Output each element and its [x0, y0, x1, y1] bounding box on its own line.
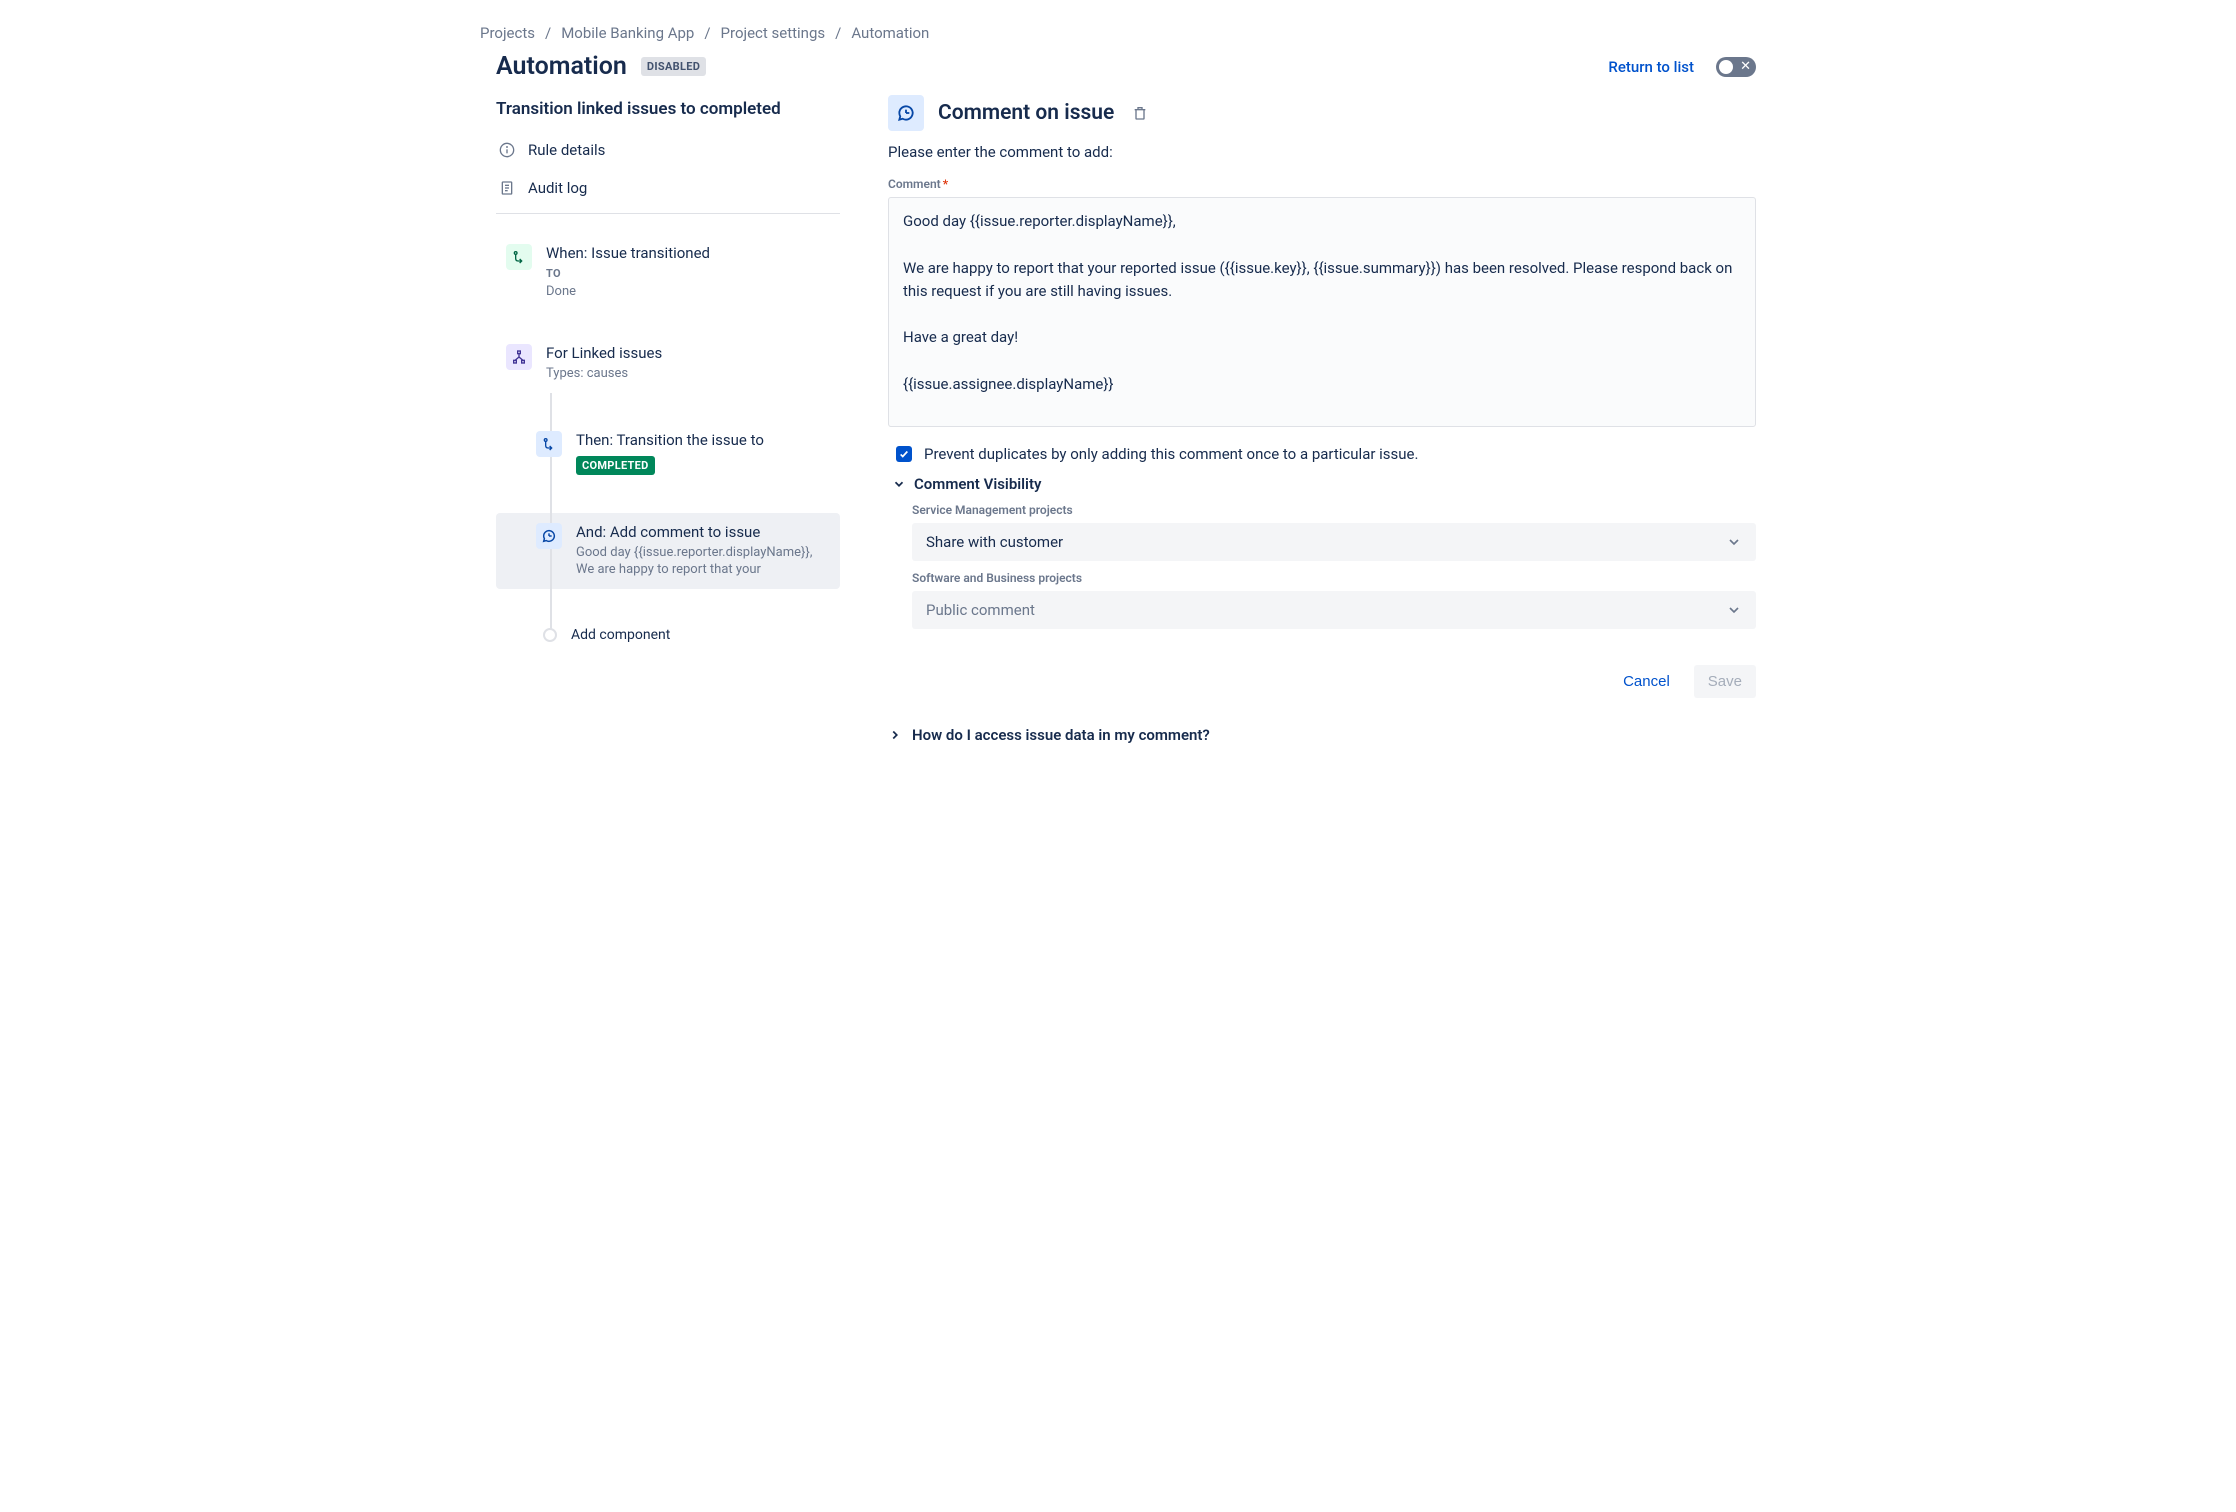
comment-visibility-toggle[interactable]: Comment Visibility	[892, 475, 1756, 493]
nav-label: Audit log	[528, 179, 587, 197]
chain-item-title: And: Add comment to issue	[576, 523, 830, 541]
chain-item-title: For Linked issues	[546, 344, 830, 362]
help-label: How do I access issue data in my comment…	[912, 726, 1210, 744]
cancel-button[interactable]: Cancel	[1609, 665, 1684, 698]
sm-projects-label: Service Management projects	[912, 503, 1756, 517]
select-value: Share with customer	[926, 533, 1063, 551]
chain-item-title: Then: Transition the issue to	[576, 431, 830, 449]
select-value: Public comment	[926, 601, 1035, 619]
chain-item-title: When: Issue transitioned	[546, 244, 830, 262]
chevron-right-icon	[888, 728, 902, 742]
chain-item-to-value: Done	[546, 284, 576, 299]
rule-name: Transition linked issues to completed	[496, 99, 840, 119]
comment-field-label: Comment*	[888, 177, 1756, 191]
breadcrumb-settings[interactable]: Project settings	[721, 24, 826, 42]
nav-audit-log[interactable]: Audit log	[496, 169, 840, 207]
breadcrumb-separator: /	[835, 24, 841, 42]
chevron-down-icon	[1726, 602, 1742, 618]
comment-visibility-title: Comment Visibility	[914, 475, 1041, 493]
add-component-button[interactable]: Add component	[496, 617, 840, 653]
breadcrumb-separator: /	[704, 24, 710, 42]
transition-icon	[536, 431, 562, 457]
breadcrumb: Projects / Mobile Banking App / Project …	[480, 24, 1756, 42]
nav-label: Rule details	[528, 141, 605, 159]
return-to-list-link[interactable]: Return to list	[1608, 58, 1694, 76]
chain-branch[interactable]: For Linked issues Types: causes	[496, 334, 840, 393]
chain-item-preview: Good day {{issue.reporter.displayName}},…	[576, 544, 830, 579]
chain-trigger[interactable]: When: Issue transitioned TO Done	[496, 234, 840, 310]
prevent-duplicates-label: Prevent duplicates by only adding this c…	[924, 445, 1418, 463]
delete-component-button[interactable]	[1128, 101, 1152, 125]
trigger-icon	[506, 244, 532, 270]
comment-textarea[interactable]: Good day {{issue.reporter.displayName}},…	[888, 197, 1756, 427]
comment-panel-icon	[888, 95, 924, 131]
sm-visibility-select[interactable]: Share with customer	[912, 523, 1756, 561]
help-access-issue-data[interactable]: How do I access issue data in my comment…	[888, 726, 1756, 744]
save-button[interactable]: Save	[1694, 665, 1756, 698]
panel-description: Please enter the comment to add:	[888, 143, 1756, 161]
chain-action-transition[interactable]: Then: Transition the issue to COMPLETED	[496, 421, 840, 485]
add-component-label: Add component	[571, 627, 670, 643]
chevron-down-icon	[1726, 534, 1742, 550]
comment-action-icon	[536, 523, 562, 549]
chain-item-subtitle: Types: causes	[546, 365, 830, 383]
branch-icon	[506, 344, 532, 370]
chain-action-comment[interactable]: And: Add comment to issue Good day {{iss…	[496, 513, 840, 589]
add-component-dot-icon	[543, 628, 557, 642]
status-lozenge-completed: COMPLETED	[576, 456, 655, 475]
breadcrumb-project[interactable]: Mobile Banking App	[561, 24, 694, 42]
chain-item-to-label: TO	[546, 267, 561, 280]
info-icon	[498, 141, 516, 159]
document-icon	[498, 179, 516, 197]
breadcrumb-separator: /	[545, 24, 551, 42]
panel-title: Comment on issue	[938, 101, 1114, 125]
sw-projects-label: Software and Business projects	[912, 571, 1756, 585]
prevent-duplicates-checkbox[interactable]	[896, 446, 912, 462]
page-title: Automation	[496, 52, 627, 81]
rule-status-lozenge: DISABLED	[641, 57, 706, 76]
sw-visibility-select[interactable]: Public comment	[912, 591, 1756, 629]
toggle-off-icon: ✕	[1740, 59, 1751, 75]
sidebar-divider	[496, 213, 840, 214]
rule-enable-toggle[interactable]: ✕	[1716, 57, 1756, 77]
breadcrumb-current: Automation	[851, 24, 929, 42]
nav-rule-details[interactable]: Rule details	[496, 131, 840, 169]
chevron-down-icon	[892, 477, 906, 491]
breadcrumb-projects[interactable]: Projects	[480, 24, 535, 42]
